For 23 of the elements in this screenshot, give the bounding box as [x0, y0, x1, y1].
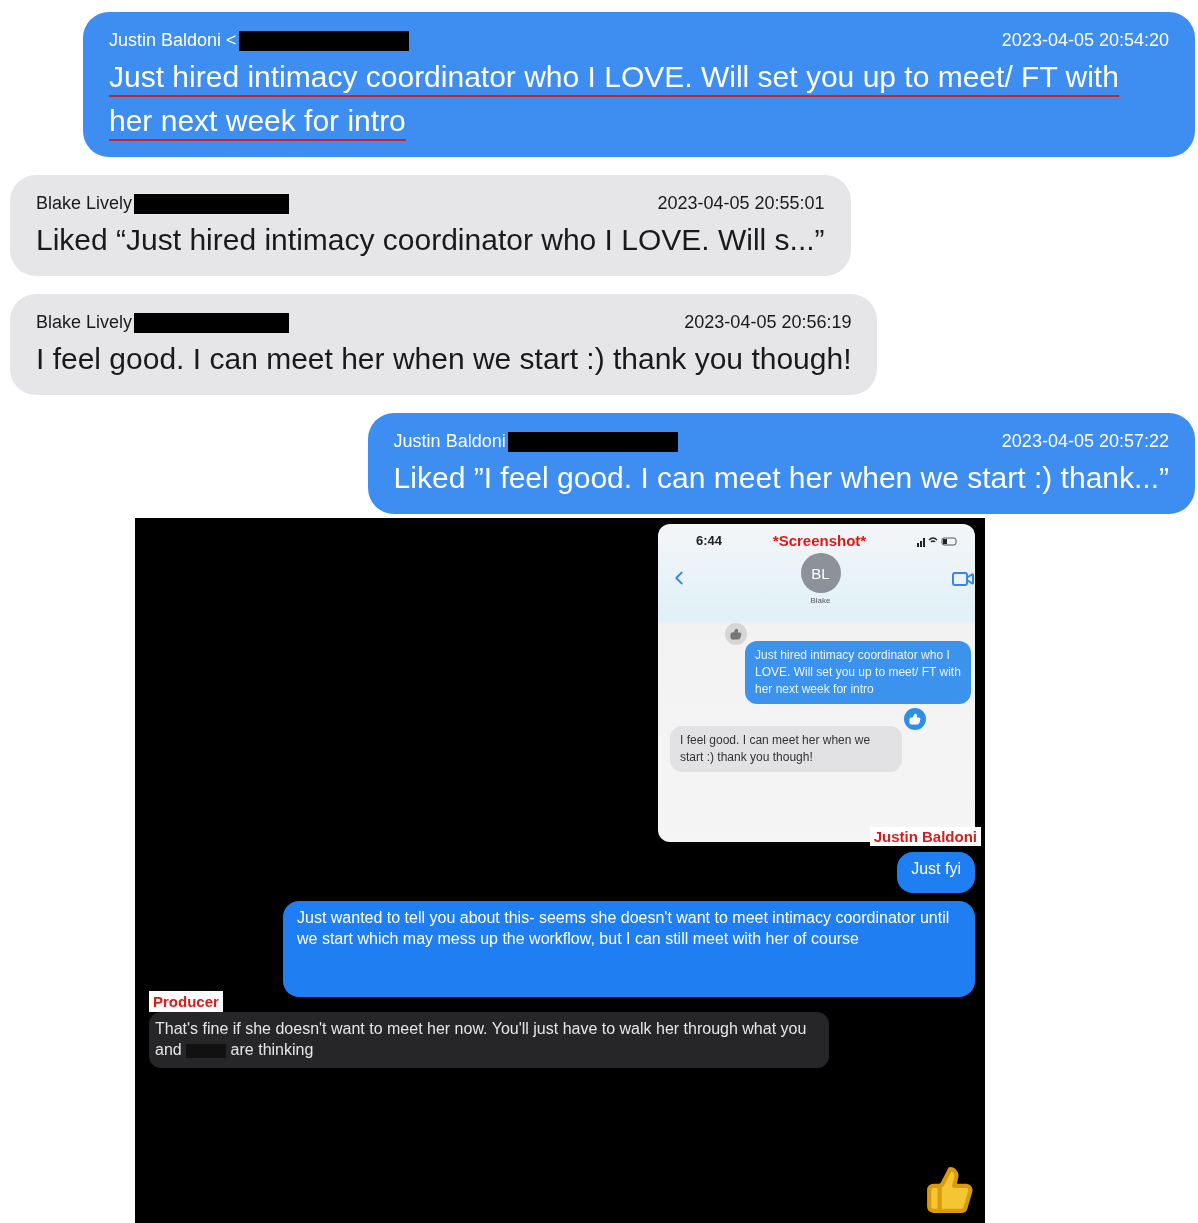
- contact-avatar: BL: [800, 553, 841, 593]
- thumbs-up-icon: [925, 1165, 975, 1215]
- message-bubble: Just wanted to tell you about this- seems she doesn't want to meet intimacy coordinator until we start which may mess up the workflow, but I can still meet with her of course: [283, 901, 975, 997]
- message-text: Just hired intimacy coordinator who I LOVE. Will set you up to meet/ FT with her next week for intro: [109, 59, 1120, 139]
- contact-name: Blake: [810, 596, 831, 605]
- timestamp: 2023-04-05 20:55:01: [657, 193, 825, 214]
- timestamp: 2023-04-05 20:56:19: [684, 312, 852, 333]
- timestamp: 2023-04-05 20:54:20: [1001, 30, 1169, 51]
- message-text: Liked “Just hired intimacy coordinator who I LOVE. Will s...”: [36, 222, 825, 258]
- screenshot-caption: *Screenshot*: [772, 532, 867, 549]
- message-bubble: Just fyi: [897, 852, 975, 893]
- message-text: Liked ”I feel good. I can meet her when we start :) thank...”: [393, 460, 1169, 496]
- sender-label: Justin Baldoni: [869, 827, 981, 846]
- status-icons-icon: [917, 534, 957, 547]
- message-text: I feel good. I can meet her when we start :) thank you though!: [36, 341, 852, 377]
- timestamp: 2023-04-05 20:57:22: [1001, 431, 1169, 452]
- sender-name: Justin Baldoni <: [109, 30, 237, 51]
- status-time: 6:44: [696, 533, 723, 548]
- sender-name: Blake Lively: [36, 193, 133, 214]
- sender-name: Justin Baldoni: [393, 431, 506, 452]
- message-bubble: That's fine if she doesn't want to meet her now. You'll just have to walk her through what you and are thinking: [149, 1012, 829, 1068]
- sender-name: Blake Lively: [36, 312, 133, 333]
- sender-label: Producer: [149, 991, 223, 1012]
